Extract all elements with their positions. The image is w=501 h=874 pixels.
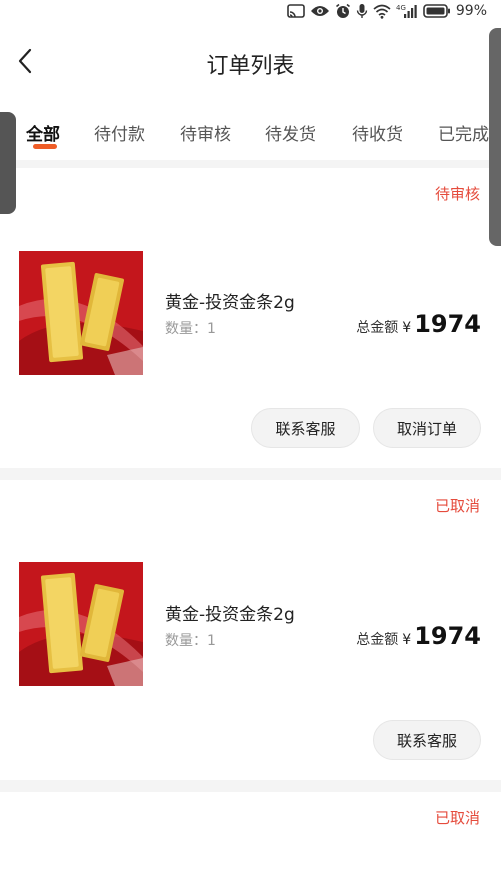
- status-icons: 4G 99%: [287, 3, 487, 19]
- total-label: 总金额: [356, 632, 399, 648]
- product-name: 黄金-投资金条2g: [165, 605, 295, 625]
- product-quantity: 数量：1: [165, 318, 216, 338]
- tab-pending-shipment[interactable]: 待发货: [265, 120, 316, 145]
- wifi-icon: [373, 4, 391, 19]
- cancel-order-button[interactable]: 取消订单: [373, 408, 481, 448]
- tab-pending-receipt[interactable]: 待收货: [352, 120, 403, 145]
- order-card[interactable]: 已取消 黄金-投资金条2g 数量：1 总金额 ¥ 1974 联系客服: [0, 480, 501, 780]
- active-tab-indicator: [33, 144, 57, 149]
- eye-icon: [310, 4, 330, 18]
- order-card[interactable]: 待审核 黄金-投资金条2g 数量：1 总金额 ¥ 1974 联系客服 取消订单: [0, 168, 501, 468]
- order-total: 总金额 ¥ 1974: [356, 310, 481, 338]
- quantity-label: 数量：: [165, 321, 207, 337]
- status-bar: 4G 99%: [0, 0, 501, 26]
- cellular-signal-icon: 4G: [396, 3, 418, 19]
- quantity-value: 1: [207, 321, 216, 337]
- contact-support-button[interactable]: 联系客服: [373, 720, 481, 760]
- tab-pending-review[interactable]: 待审核: [180, 120, 231, 145]
- total-amount: 1974: [414, 622, 481, 650]
- product-image: [19, 562, 143, 686]
- order-card[interactable]: 已取消: [0, 792, 501, 874]
- total-amount: 1974: [414, 310, 481, 338]
- cast-icon: [287, 3, 305, 19]
- quantity-label: 数量：: [165, 633, 207, 649]
- battery-percentage: 99%: [455, 3, 487, 19]
- tab-all[interactable]: 全部: [26, 120, 60, 145]
- edge-panel-handle-left[interactable]: [0, 112, 16, 214]
- contact-support-button[interactable]: 联系客服: [251, 408, 360, 448]
- quantity-value: 1: [207, 633, 216, 649]
- order-total: 总金额 ¥ 1974: [356, 622, 481, 650]
- product-quantity: 数量：1: [165, 630, 216, 650]
- alarm-icon: [335, 3, 351, 19]
- edge-panel-handle-right[interactable]: [489, 28, 501, 246]
- currency-symbol: ¥: [402, 320, 412, 336]
- page-title: 订单列表: [206, 54, 295, 79]
- microphone-icon: [356, 3, 368, 19]
- currency-symbol: ¥: [402, 632, 412, 648]
- order-filter-tabs: 全部 待付款 待审核 待发货 待收货 已完成: [0, 98, 501, 160]
- tab-pending-payment[interactable]: 待付款: [94, 120, 145, 145]
- order-status: 已取消: [434, 497, 480, 515]
- signal-type-label: 4G: [396, 4, 406, 12]
- order-status: 已取消: [434, 809, 480, 827]
- order-status: 待审核: [434, 185, 480, 203]
- battery-icon: [423, 4, 451, 18]
- product-image: [19, 251, 143, 375]
- navigation-bar: 订单列表: [0, 26, 501, 98]
- tab-completed[interactable]: 已完成: [438, 120, 489, 145]
- total-label: 总金额: [356, 320, 399, 336]
- product-name: 黄金-投资金条2g: [165, 293, 295, 313]
